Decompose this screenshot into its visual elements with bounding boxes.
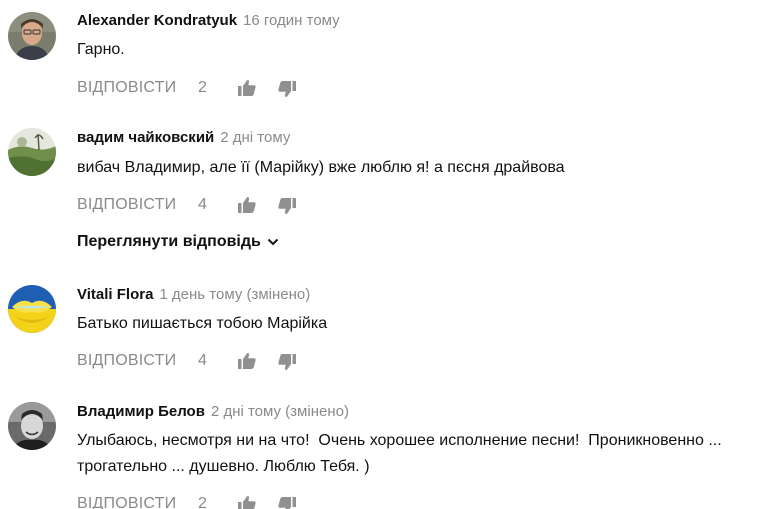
comment-time[interactable]: 2 дні тому: [220, 129, 290, 146]
comment-author[interactable]: Alexander Kondratyuk: [77, 12, 237, 29]
reply-button[interactable]: ВІДПОВІСТИ: [77, 78, 176, 98]
comment-text: Гарно.: [77, 41, 125, 58]
flag-lips-avatar-icon: [8, 285, 56, 333]
person-portrait-avatar-icon: [8, 12, 56, 60]
like-count: 4: [198, 196, 207, 213]
comment-text: Батько пишається тобою Марійка: [77, 315, 328, 332]
reply-button[interactable]: ВІДПОВІСТИ: [77, 195, 176, 215]
person-bw-avatar-icon: [8, 402, 56, 450]
comments-section: Alexander Kondratyuk 16 годин тому Гарно.…: [0, 0, 781, 509]
comment-actions: ВІДПОВІСТИ 2: [77, 78, 377, 98]
reply-button[interactable]: ВІДПОВІСТИ: [77, 351, 176, 371]
avatar[interactable]: [8, 402, 56, 450]
avatar[interactable]: [8, 12, 56, 60]
like-count: 2: [198, 79, 207, 96]
view-replies-button[interactable]: Переглянути відповідь: [77, 232, 279, 252]
thumbs-up-icon[interactable]: [237, 195, 257, 215]
thumbs-up-icon[interactable]: [237, 494, 257, 509]
comment-text: вибач Владимир, але її (Марійку) вже люб…: [77, 159, 565, 176]
comment-actions: ВІДПОВІСТИ 4: [77, 351, 377, 371]
comment-actions: ВІДПОВІСТИ 4: [77, 195, 377, 215]
reply-button[interactable]: ВІДПОВІСТИ: [77, 494, 176, 509]
comment-time[interactable]: 1 день тому (змінено): [159, 286, 310, 303]
comment-author[interactable]: Владимир Белов: [77, 403, 205, 420]
comment-time[interactable]: 16 годин тому: [243, 12, 340, 29]
avatar[interactable]: [8, 285, 56, 333]
thumbs-down-icon[interactable]: [277, 196, 297, 216]
comment-time[interactable]: 2 дні тому (змінено): [211, 403, 349, 420]
avatar[interactable]: [8, 128, 56, 176]
chevron-down-icon: [267, 236, 279, 248]
comment-actions: ВІДПОВІСТИ 2: [77, 494, 377, 509]
thumbs-down-icon[interactable]: [277, 352, 297, 372]
thumbs-up-icon[interactable]: [237, 78, 257, 98]
comment-author[interactable]: вадим чайковский: [77, 129, 214, 146]
like-count: 2: [198, 495, 207, 509]
view-replies-label: Переглянути відповідь: [77, 233, 261, 250]
comment-text-line: трогательно ... душевно. Люблю Тебя. ): [77, 458, 370, 475]
landscape-avatar-icon: [8, 128, 56, 176]
thumbs-down-icon[interactable]: [277, 79, 297, 99]
thumbs-down-icon[interactable]: [277, 495, 297, 509]
comment-author[interactable]: Vitali Flora: [77, 286, 153, 303]
comment-text-line: Улыбаюсь, несмотря ни на что! Очень хоро…: [77, 432, 722, 449]
thumbs-up-icon[interactable]: [237, 351, 257, 371]
like-count: 4: [198, 352, 207, 369]
